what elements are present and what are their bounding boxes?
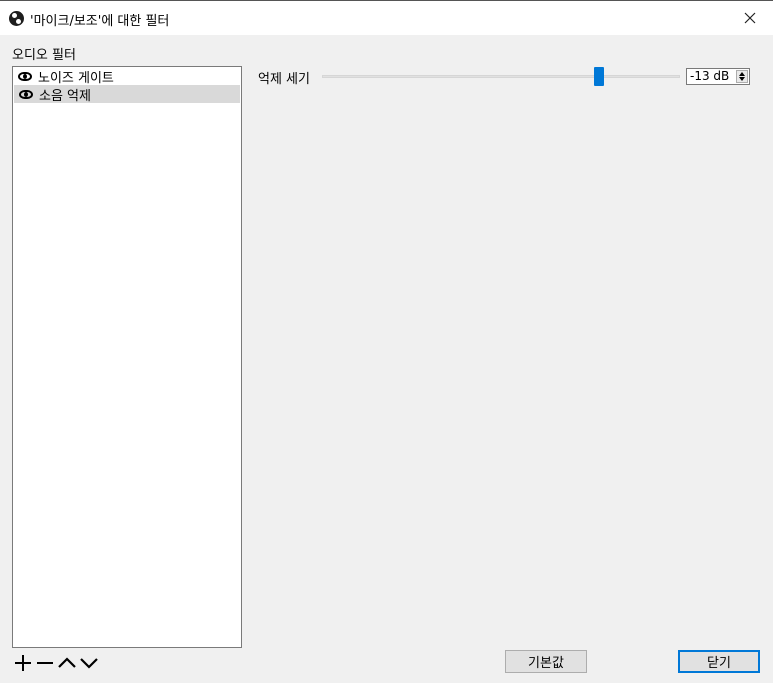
filter-list-toolbar <box>12 652 100 674</box>
obs-logo-icon <box>9 11 24 26</box>
spin-buttons[interactable] <box>736 70 748 83</box>
window-title: '마이크/보조'에 대한 필터 <box>30 14 170 29</box>
eye-icon[interactable] <box>19 89 33 99</box>
close-window-button[interactable] <box>727 1 773 34</box>
suppression-slider-track[interactable] <box>322 75 680 78</box>
filter-item-noise-gate[interactable]: 노이즈 게이트 <box>13 67 241 86</box>
filter-item-noise-suppression[interactable]: 소음 억제 <box>14 85 240 104</box>
minus-icon <box>37 662 53 664</box>
suppression-level-value[interactable]: -13 dB <box>690 69 729 84</box>
move-filter-up-button[interactable] <box>56 652 78 674</box>
add-filter-button[interactable] <box>12 652 34 674</box>
chevron-up-icon <box>58 657 76 668</box>
suppression-level-label: 억제 세기 <box>258 72 310 87</box>
remove-filter-button[interactable] <box>34 652 56 674</box>
title-bar: '마이크/보조'에 대한 필터 <box>0 0 773 35</box>
filter-list[interactable]: 노이즈 게이트 소음 억제 <box>12 66 242 648</box>
suppression-level-spinbox[interactable]: -13 dB <box>686 68 750 85</box>
suppression-slider-handle[interactable] <box>594 67 604 86</box>
filter-item-label: 노이즈 게이트 <box>38 70 114 86</box>
spin-up-icon[interactable] <box>739 72 745 76</box>
chevron-down-icon <box>80 658 98 669</box>
close-button[interactable]: 닫기 <box>678 650 760 673</box>
audio-filters-label: 오디오 필터 <box>12 48 76 63</box>
filter-item-label: 소음 억제 <box>39 88 91 104</box>
defaults-button[interactable]: 기본값 <box>505 650 587 673</box>
eye-icon[interactable] <box>18 71 32 81</box>
spin-down-icon[interactable] <box>739 77 745 81</box>
plus-icon <box>15 655 31 671</box>
move-filter-down-button[interactable] <box>78 652 100 674</box>
close-icon <box>744 12 756 23</box>
